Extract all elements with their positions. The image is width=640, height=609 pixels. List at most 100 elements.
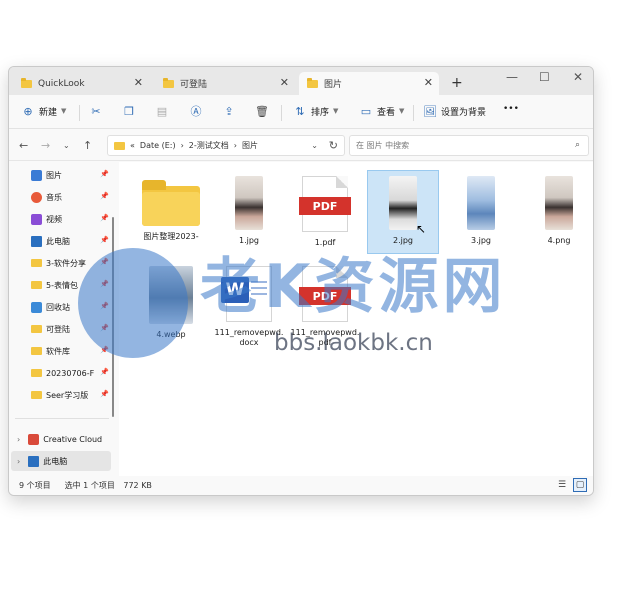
search-box[interactable]: 在 图片 中搜索 ⌕ [349, 135, 589, 156]
file-item-3-jpg[interactable]: 3.jpg [445, 176, 517, 246]
file-item-folder[interactable]: 图片整理2023- [135, 176, 207, 242]
new-button[interactable]: ⊕ 新建 ▼ [21, 104, 66, 118]
maximize-button[interactable]: ☐ [539, 70, 550, 84]
cut-button[interactable]: ✂ [89, 104, 103, 118]
folder-icon [21, 77, 32, 88]
toolbar-divider [413, 105, 414, 121]
new-tab-button[interactable]: + [451, 75, 463, 91]
command-bar: ⊕ 新建 ▼ ✂ ❐ ▤ Ⓐ ⇪ 🗑 ⇅ 排序 ▼ ▭ 查看 ▼ 🖼 设置为背景… [9, 95, 593, 129]
sidebar-item-20230706[interactable]: 20230706-F 📌 [31, 364, 111, 382]
tab-quicklook[interactable]: QuickLook ✕ [13, 72, 149, 95]
tree-item-creative-cloud[interactable]: › Creative Cloud [17, 430, 111, 448]
folder-icon [163, 77, 174, 88]
sidebar-divider [15, 418, 109, 419]
paste-button[interactable]: ▤ [155, 104, 169, 118]
folder-icon [142, 180, 200, 226]
music-icon [31, 191, 42, 203]
back-button[interactable]: ← [19, 139, 28, 152]
watermark-logo [78, 248, 188, 358]
search-icon: ⌕ [574, 140, 580, 150]
image-thumbnail [235, 176, 263, 230]
breadcrumb-separator-icon: › [180, 141, 184, 150]
file-item-1-jpg[interactable]: 1.jpg [213, 176, 285, 246]
status-bar: 9 个项目 选中 1 个项目 772 KB ☰ ▢ [9, 476, 593, 495]
image-thumbnail [545, 176, 573, 230]
trash-icon: 🗑 [255, 104, 269, 118]
recycle-bin-icon [31, 301, 42, 313]
computer-icon [28, 455, 40, 467]
chevron-down-icon[interactable]: ⌄ [311, 141, 318, 150]
sidebar-item-video[interactable]: 视频 📌 [31, 210, 111, 228]
close-icon[interactable]: ✕ [424, 76, 433, 89]
sort-button[interactable]: ⇅ 排序 ▼ [293, 104, 338, 118]
file-item-4-png[interactable]: 4.png [523, 176, 593, 246]
navigation-bar: ← → ⌄ ↑ « Date (E:) › 2-测试文档 › 图片 ⌄ ↻ 在 … [9, 129, 593, 161]
folder-icon [31, 281, 42, 289]
search-placeholder: 在 图片 中搜索 [356, 141, 410, 150]
image-thumbnail [389, 176, 417, 230]
rename-button[interactable]: Ⓐ [189, 104, 203, 118]
sidebar-item-this-pc[interactable]: 此电脑 📌 [31, 232, 111, 250]
pin-icon: 📌 [100, 192, 109, 200]
close-icon[interactable]: ✕ [134, 76, 143, 89]
sidebar-item-seer[interactable]: Seer学习版 📌 [31, 386, 111, 404]
close-window-button[interactable]: ✕ [573, 70, 583, 84]
folder-icon [31, 347, 42, 355]
chevron-right-icon[interactable]: › [17, 457, 20, 466]
scissors-icon: ✂ [91, 104, 101, 118]
more-options-button[interactable]: ••• [503, 104, 519, 114]
pin-icon: 📌 [100, 368, 109, 376]
pictures-icon [31, 169, 42, 181]
large-icons-view-icon[interactable]: ▢ [573, 478, 587, 492]
set-as-background-button[interactable]: 🖼 设置为背景 [423, 104, 486, 118]
sort-icon: ⇅ [295, 104, 305, 118]
minimize-button[interactable]: — [506, 70, 518, 84]
delete-button[interactable]: 🗑 [255, 104, 269, 118]
watermark-text: 老K资源网 [200, 252, 507, 322]
folder-icon [114, 141, 125, 150]
breadcrumb-prefix: « [130, 141, 135, 150]
folder-icon [31, 259, 42, 267]
refresh-icon[interactable]: ↻ [329, 139, 338, 152]
watermark-url: bbs.laokbk.cn [274, 330, 433, 356]
view-button[interactable]: ▭ 查看 ▼ [359, 104, 405, 118]
toolbar-divider [281, 105, 282, 121]
details-view-icon[interactable]: ☰ [555, 478, 569, 492]
tree-item-this-pc[interactable]: › 此电脑 [11, 451, 111, 471]
tab-label: 图片 [324, 80, 343, 90]
folder-icon [31, 391, 42, 399]
view-switcher: ☰ ▢ [555, 478, 587, 492]
copy-icon: ❐ [124, 104, 134, 118]
address-bar[interactable]: « Date (E:) › 2-测试文档 › 图片 ⌄ ↻ [107, 135, 345, 156]
tab-kedenglu[interactable]: 可登陆 ✕ [155, 72, 295, 95]
tab-pictures[interactable]: 图片 ✕ [299, 72, 439, 95]
view-icon: ▭ [360, 104, 372, 118]
sidebar-item-music[interactable]: 音乐 📌 [31, 188, 111, 206]
pin-icon: 📌 [100, 236, 109, 244]
sidebar-item-pictures[interactable]: 图片 📌 [31, 166, 111, 184]
rename-icon: Ⓐ [190, 105, 202, 118]
tab-label: QuickLook [38, 78, 85, 89]
chevron-right-icon[interactable]: › [17, 435, 20, 444]
tab-bar: QuickLook ✕ 可登陆 ✕ 图片 ✕ + — ☐ ✕ [9, 67, 593, 95]
tab-label: 可登陆 [180, 80, 208, 90]
breadcrumb-item[interactable]: Date (E:) [140, 141, 176, 150]
paste-icon: ▤ [156, 104, 168, 118]
selection-info: 选中 1 个项目 772 KB [64, 481, 152, 490]
copy-button[interactable]: ❐ [122, 104, 136, 118]
forward-button[interactable]: → [41, 139, 50, 152]
breadcrumb-item[interactable]: 图片 [242, 140, 258, 151]
item-count: 9 个项目 [19, 481, 51, 490]
folder-icon [31, 369, 42, 377]
image-thumbnail [467, 176, 495, 230]
chevron-down-icon: ▼ [333, 107, 339, 115]
creative-cloud-icon [28, 433, 40, 445]
share-button[interactable]: ⇪ [222, 104, 236, 118]
pin-icon: 📌 [100, 170, 109, 178]
recent-locations-button[interactable]: ⌄ [63, 141, 70, 150]
desktop-background-icon: 🖼 [423, 104, 437, 118]
close-icon[interactable]: ✕ [280, 76, 289, 89]
pin-icon: 📌 [100, 390, 109, 398]
up-button[interactable]: ↑ [83, 139, 92, 152]
breadcrumb-item[interactable]: 2-测试文档 [189, 140, 229, 151]
